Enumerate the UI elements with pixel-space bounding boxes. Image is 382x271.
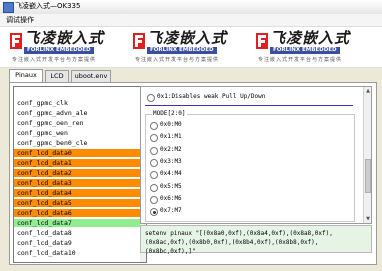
mode-group-title: MODE[2:0] — [152, 110, 187, 118]
tab-pinaux[interactable]: Pinaux — [9, 69, 43, 83]
pin-list-item[interactable]: conf_lcd_data10 — [14, 249, 146, 257]
pin-list-item[interactable]: conf_gpmc_ben0_cle — [14, 139, 146, 147]
pin-list-item[interactable]: conf_gpmc_advn_ale — [14, 109, 146, 117]
pin-config-frame: 0x1:Disables weak Pull Up/Down MODE[2:0]… — [140, 86, 372, 224]
app-icon — [3, 2, 14, 13]
mode-option-label: 0x6:M6 — [160, 194, 182, 202]
pinaux-panel: conf_gpmc_clk conf_gpmc_advn_ale conf_gpmc… — [9, 82, 377, 265]
scroll-thumb[interactable] — [365, 159, 371, 193]
menu-item-debug[interactable]: 调试操作 — [6, 15, 34, 25]
banner-slogan: 专注嵌入式开发平台与方案提供 — [135, 57, 220, 63]
banner-slogan: 专注嵌入式开发平台与方案提供 — [12, 57, 97, 63]
command-text: setenv pinaux "[(0x8a0,0xf),(0x8a4,0xf),… — [145, 230, 333, 255]
mode-radio[interactable] — [150, 171, 158, 180]
app-window: 飞凌嵌入式—OK335 调试操作 飞凌嵌入式 FORLINX EMBEDDED … — [0, 0, 382, 271]
pin-list-item[interactable]: conf_lcd_data5 — [14, 199, 146, 207]
pin-list-item[interactable]: conf_lcd_data4 — [14, 189, 146, 197]
mode-radio[interactable] — [150, 195, 158, 204]
pin-list-item[interactable]: conf_gpmc_clk — [14, 99, 146, 107]
banner-brand: FORLINX EMBEDDED — [270, 47, 340, 54]
tab-uboot-env[interactable]: uboot.env — [71, 70, 111, 82]
mode-radio[interactable] — [150, 183, 158, 192]
banner-logo-text: 飞凌嵌入式 — [270, 29, 351, 47]
pull-disable-label: 0x1:Disables weak Pull Up/Down — [157, 93, 266, 100]
forlinx-logo-icon — [256, 33, 268, 49]
banner-logo-text: 飞凌嵌入式 — [24, 29, 105, 47]
window-title: 飞凌嵌入式—OK335 — [15, 2, 81, 10]
pin-list-item[interactable]: conf_lcd_data3 — [14, 179, 146, 187]
forlinx-logo-icon — [10, 33, 22, 49]
mode-radio[interactable] — [150, 146, 158, 155]
mode-radio[interactable] — [150, 134, 158, 143]
pin-list-item[interactable]: conf_lcd_data7 — [14, 219, 146, 227]
pin-list-item[interactable]: conf_lcd_data8 — [14, 229, 146, 237]
banner-brand: FORLINX EMBEDDED — [24, 47, 94, 54]
mode-radio[interactable] — [150, 208, 158, 217]
banner-logo: 飞凌嵌入式 FORLINX EMBEDDED 专注嵌入式开发平台与方案提供 — [256, 29, 374, 65]
banner: 飞凌嵌入式 FORLINX EMBEDDED 专注嵌入式开发平台与方案提供 飞凌… — [0, 26, 382, 68]
scroll-up-icon[interactable]: ▲ — [364, 87, 371, 95]
mode-option-label: 0x0:M0 — [160, 121, 182, 128]
banner-logo-text: 飞凌嵌入式 — [147, 29, 228, 47]
config-scrollbar[interactable]: ▲ ▼ — [363, 87, 371, 223]
pin-list-item[interactable]: conf_lcd_data9 — [14, 239, 146, 247]
mode-option-label: 0x2:M2 — [160, 145, 182, 153]
pin-list[interactable]: conf_gpmc_clk conf_gpmc_advn_ale conf_gpmc… — [13, 86, 147, 263]
banner-slogan: 专注嵌入式开发平台与方案提供 — [258, 57, 343, 63]
mode-option-label: 0x7:M7 — [160, 207, 182, 215]
mode-radio[interactable] — [150, 158, 158, 167]
banner-brand: FORLINX EMBEDDED — [147, 47, 217, 54]
forlinx-logo-icon — [133, 33, 145, 49]
mode-option-label: 0x5:M5 — [160, 182, 182, 190]
mode-option-label: 0x3:M3 — [160, 157, 182, 165]
pull-disable-radio[interactable] — [147, 94, 155, 102]
pin-list-item[interactable]: conf_gpmc_oen_ren — [14, 119, 146, 127]
banner-logo: 飞凌嵌入式 FORLINX EMBEDDED 专注嵌入式开发平台与方案提供 — [10, 29, 128, 65]
pin-config-pane: 0x1:Disables weak Pull Up/Down MODE[2:0]… — [140, 83, 376, 264]
pin-list-item[interactable]: conf_lcd_data1 — [14, 159, 146, 167]
pin-list-item[interactable]: conf_lcd_data6 — [14, 209, 146, 217]
mode-groupbox: MODE[2:0] 0x0:M0 0x1:M1 0x2:M2 0x3:M3 0x4:M4… — [145, 110, 355, 222]
pin-list-item[interactable]: conf_lcd_data2 — [14, 169, 146, 177]
pull-option-row: 0x1:Disables weak Pull Up/Down — [145, 89, 353, 106]
tab-lcd[interactable]: LCD — [45, 70, 69, 82]
menu-bar: 调试操作 — [0, 14, 382, 26]
pin-list-item[interactable]: conf_gpmc_wen — [14, 129, 146, 137]
mode-radio[interactable] — [150, 122, 158, 130]
mode-option-label: 0x4:M4 — [160, 170, 182, 178]
command-output[interactable]: setenv pinaux "[(0x8a0,0xf),(0x8a4,0xf),… — [140, 225, 372, 255]
banner-logo: 飞凌嵌入式 FORLINX EMBEDDED 专注嵌入式开发平台与方案提供 — [133, 29, 251, 65]
scroll-down-icon[interactable]: ▼ — [364, 215, 371, 223]
pin-list-item[interactable]: conf_lcd_data0 — [14, 149, 146, 157]
mode-option-label: 0x1:M1 — [160, 133, 182, 141]
title-bar: 飞凌嵌入式—OK335 — [0, 0, 382, 15]
